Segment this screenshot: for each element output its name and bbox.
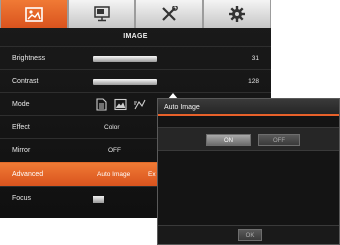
row-contrast[interactable]: Contrast 128 [0, 69, 271, 93]
photo-icon[interactable] [114, 98, 127, 111]
tab-bar [0, 0, 271, 28]
motion-icon[interactable] [133, 98, 146, 111]
dialog-title: Auto Image [164, 104, 200, 111]
mode-label: Mode [12, 101, 30, 108]
focus-control[interactable] [93, 196, 104, 203]
tab-tools[interactable] [135, 0, 203, 28]
contrast-label: Contrast [12, 78, 39, 85]
mirror-value: OFF [108, 147, 121, 154]
brightness-value: 31 [251, 55, 259, 62]
focus-label: Focus [12, 195, 32, 202]
advanced-value-next: Ex [148, 171, 156, 178]
advanced-value: Auto Image [97, 171, 131, 178]
off-button[interactable]: OFF [258, 134, 300, 146]
mirror-label: Mirror [12, 147, 31, 154]
brightness-slider[interactable] [93, 56, 157, 62]
tab-settings[interactable] [203, 0, 271, 28]
document-icon[interactable] [95, 98, 108, 111]
row-brightness[interactable]: Brightness 31 [0, 46, 271, 70]
dialog-body: ON OFF [158, 118, 339, 226]
image-icon [25, 6, 43, 22]
ok-button[interactable]: OK [238, 229, 262, 241]
contrast-value: 128 [248, 78, 259, 85]
on-button[interactable]: ON [206, 134, 251, 146]
tools-icon [160, 6, 178, 22]
brightness-label: Brightness [12, 55, 46, 62]
page-title: IMAGE [123, 33, 148, 40]
effect-value: Color [104, 124, 120, 131]
tab-image[interactable] [0, 0, 68, 28]
auto-image-dialog: Auto Image ON OFF OK [157, 98, 340, 245]
monitor-icon [92, 6, 112, 22]
gear-icon [228, 5, 246, 23]
dialog-footer: OK [158, 225, 339, 244]
option-band: ON OFF [158, 127, 339, 151]
advanced-label: Advanced [12, 171, 44, 178]
effect-label: Effect [12, 124, 30, 131]
tab-display[interactable] [68, 0, 135, 28]
contrast-slider[interactable] [93, 79, 157, 85]
dialog-title-bar: Auto Image [158, 99, 339, 116]
